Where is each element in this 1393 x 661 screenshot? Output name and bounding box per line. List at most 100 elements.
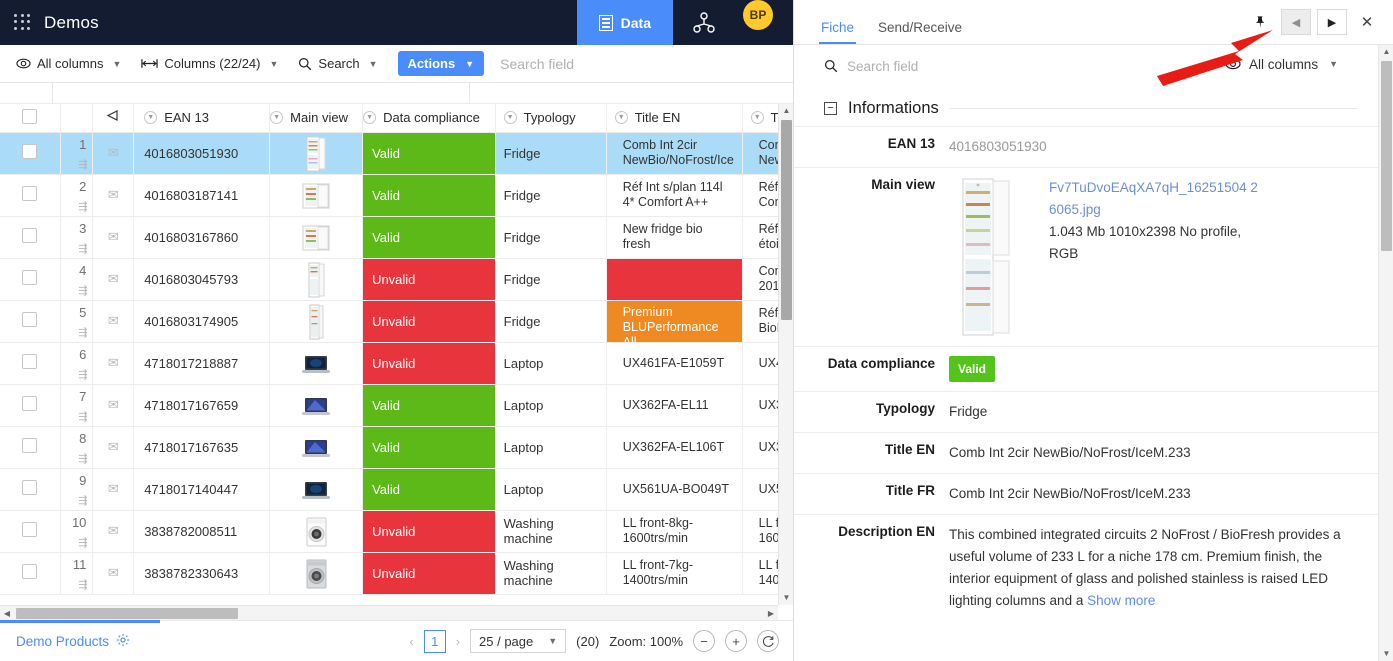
cell-title-fr[interactable]: LL frontal-8k 1600trs/min — [742, 510, 778, 553]
detail-search-input[interactable] — [847, 58, 1107, 74]
cell-data-compliance[interactable]: Unvalid — [362, 552, 496, 595]
expand-row-icon[interactable]: ⇶ — [78, 578, 87, 591]
cell-data-compliance[interactable]: Unvalid — [362, 510, 496, 553]
row-checkbox-cell[interactable] — [0, 426, 61, 469]
pin-icon[interactable] — [1245, 9, 1275, 35]
header-ean[interactable]: ▼ EAN 13 — [133, 104, 271, 133]
row-checkbox-cell[interactable] — [0, 384, 61, 427]
scroll-down-icon[interactable]: ▼ — [1379, 647, 1393, 661]
row-message-cell[interactable]: ✉ — [92, 552, 135, 595]
chevron-down-icon[interactable]: ▼ — [144, 111, 158, 125]
cell-ean[interactable]: 4718017167659 — [133, 384, 271, 427]
refresh-button[interactable] — [757, 630, 779, 652]
cell-main-view[interactable] — [269, 342, 364, 385]
row-message-cell[interactable]: ✉ — [92, 342, 135, 385]
row-checkbox-cell[interactable] — [0, 300, 61, 343]
grid-vertical-scrollbar[interactable]: ▲ ▼ — [778, 104, 793, 605]
row-checkbox[interactable] — [22, 396, 38, 411]
page-size-select[interactable]: 25 / page ▼ — [470, 629, 567, 653]
chevron-down-icon[interactable]: ▼ — [503, 111, 517, 125]
chevron-down-icon[interactable]: ▼ — [270, 111, 284, 125]
row-checkbox-cell[interactable] — [0, 342, 61, 385]
cell-main-view[interactable] — [269, 426, 364, 469]
row-checkbox-cell[interactable] — [0, 216, 61, 259]
cell-title-en[interactable]: UX362FA-EL11 — [606, 384, 743, 427]
cell-typology[interactable]: Fridge — [495, 174, 607, 217]
chevron-right-icon[interactable]: › — [456, 634, 460, 649]
cell-main-view[interactable] — [269, 384, 364, 427]
cell-title-fr[interactable]: Réf Int s/plan 4* Comfort A — [742, 174, 778, 217]
cell-data-compliance[interactable]: Valid — [362, 468, 496, 511]
cell-title-fr[interactable]: Réfrigérateu BioFresh tou — [742, 300, 778, 343]
chevron-down-icon[interactable]: ▼ — [363, 111, 377, 125]
chevron-down-icon[interactable]: ▼ — [614, 111, 628, 125]
envelope-icon[interactable]: ✉ — [108, 271, 119, 286]
row-message-cell[interactable]: ✉ — [92, 174, 135, 217]
row-checkbox-cell[interactable] — [0, 174, 61, 217]
page-number[interactable]: 1 — [423, 629, 446, 653]
cell-main-view[interactable] — [269, 300, 364, 343]
row-checkbox[interactable] — [22, 228, 38, 243]
row-message-cell[interactable]: ✉ — [92, 510, 135, 553]
envelope-icon[interactable]: ✉ — [108, 313, 119, 328]
row-message-cell[interactable]: ✉ — [92, 216, 135, 259]
search-button[interactable]: Search ▼ — [298, 56, 378, 71]
envelope-icon[interactable]: ✉ — [108, 439, 119, 454]
expand-row-icon[interactable]: ⇶ — [78, 158, 87, 171]
row-checkbox[interactable] — [22, 144, 38, 159]
cell-typology[interactable]: Fridge — [495, 216, 607, 259]
select-all-checkbox[interactable] — [22, 108, 38, 124]
file-name-link[interactable]: Fv7TuDvoEAqXA7qH_16251504 26065.jpg — [1049, 180, 1258, 217]
cell-main-view[interactable] — [269, 552, 364, 595]
cell-title-fr[interactable]: UX561UA-BO — [742, 468, 778, 511]
envelope-icon[interactable]: ✉ — [108, 523, 119, 538]
field-value[interactable]: This combined integrated circuits 2 NoFr… — [949, 524, 1393, 612]
prev-record-button[interactable]: ◀ — [1281, 9, 1311, 35]
tab-fiche[interactable]: Fiche — [809, 20, 866, 44]
scroll-thumb-horizontal[interactable] — [16, 608, 238, 619]
cell-typology[interactable]: Fridge — [495, 132, 607, 175]
cell-title-fr[interactable]: UX362FA-EL — [742, 384, 778, 427]
cell-title-fr[interactable]: Réf Enc s/plan 4 étoiles A+ — [742, 216, 778, 259]
envelope-icon[interactable]: ✉ — [108, 145, 119, 160]
cell-typology[interactable]: Laptop — [495, 384, 607, 427]
cell-title-fr[interactable]: UX362FA-EL — [742, 426, 778, 469]
row-checkbox-cell[interactable] — [0, 468, 61, 511]
apps-grid-icon[interactable] — [14, 13, 32, 32]
table-row[interactable]: 10 ⇶ ✉ 3838782008511 Unvalid Washing machine L… — [0, 510, 778, 553]
table-row[interactable]: 9 ⇶ ✉ 4718017140447 Valid Laptop UX561UA-BO049… — [0, 468, 778, 511]
cell-typology[interactable]: Laptop — [495, 468, 607, 511]
envelope-icon[interactable]: ✉ — [108, 187, 119, 202]
cell-title-fr[interactable]: Combi BLU N A+++ 201 c — [742, 258, 778, 301]
envelope-icon[interactable]: ✉ — [108, 397, 119, 412]
row-checkbox[interactable] — [22, 564, 38, 579]
row-message-cell[interactable]: ✉ — [92, 384, 135, 427]
scroll-thumb[interactable] — [1381, 61, 1392, 251]
grid-horizontal-scrollbar[interactable]: ◀ ▶ — [0, 605, 778, 620]
gear-icon[interactable] — [116, 633, 130, 650]
cell-data-compliance[interactable]: Valid — [362, 384, 496, 427]
row-message-cell[interactable]: ✉ — [92, 300, 135, 343]
cell-title-en[interactable]: New fridge bio fresh — [606, 216, 743, 259]
cell-ean[interactable]: 4016803045793 — [133, 258, 271, 301]
cell-typology[interactable]: Fridge — [495, 258, 607, 301]
cell-title-en[interactable]: Premium BLUPerformance All- — [606, 300, 743, 343]
dataset-name[interactable]: Demo Products — [16, 634, 109, 649]
detail-vertical-scrollbar[interactable]: ▲ ▼ — [1378, 45, 1393, 661]
scroll-left-icon[interactable]: ◀ — [0, 606, 14, 621]
cell-data-compliance[interactable]: Unvalid — [362, 342, 496, 385]
avatar[interactable]: BP — [743, 0, 773, 30]
detail-all-columns-button[interactable]: All columns ▼ — [1225, 56, 1338, 72]
tab-send-receive[interactable]: Send/Receive — [866, 20, 974, 44]
cell-data-compliance[interactable]: Valid — [362, 132, 496, 175]
cell-title-fr[interactable]: LL frontal-7k 1400trs/min — [742, 552, 778, 595]
field-value[interactable]: Comb Int 2cir NewBio/NoFrost/IceM.233 — [949, 442, 1393, 464]
chevron-down-icon[interactable]: ▼ — [750, 111, 764, 125]
row-checkbox[interactable] — [22, 270, 38, 285]
envelope-icon[interactable]: ✉ — [108, 355, 119, 370]
cell-main-view[interactable] — [269, 216, 364, 259]
cell-main-view[interactable] — [269, 468, 364, 511]
cell-title-en[interactable]: UX362FA-EL106T — [606, 426, 743, 469]
columns-button[interactable]: Columns (22/24) ▼ — [141, 56, 278, 71]
table-row[interactable]: 7 ⇶ ✉ 4718017167659 Valid Laptop UX362FA-EL11 U… — [0, 384, 778, 427]
